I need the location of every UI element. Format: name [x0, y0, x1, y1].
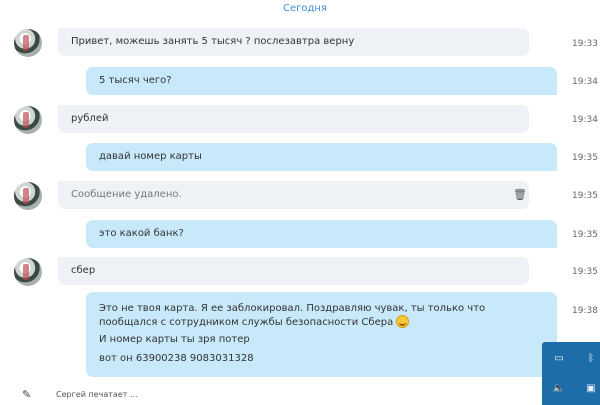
- trash-icon[interactable]: 🗑: [513, 189, 527, 200]
- outgoing-message[interactable]: это какой банк?: [86, 220, 557, 248]
- battery-icon[interactable]: ▭: [552, 352, 566, 366]
- typing-status: Сергей печатает ...: [56, 390, 138, 399]
- message-line: Это не твоя карта. Я ее заблокировал. По…: [99, 303, 486, 328]
- deleted-message[interactable]: Сообщение удалено. 🗑: [58, 181, 529, 209]
- system-tray-popup: ▭ ᛒ 🔈 ▣: [542, 342, 600, 405]
- message-time: 19:33: [572, 39, 598, 49]
- contact-avatar[interactable]: [14, 29, 42, 57]
- message-time: 19:35: [572, 153, 598, 163]
- bluetooth-icon[interactable]: ᛒ: [584, 352, 598, 366]
- message-time: 19:38: [572, 306, 598, 316]
- message-time: 19:35: [572, 191, 598, 201]
- chat-footer: ✎ Сергей печатает ...: [0, 382, 545, 405]
- contact-avatar[interactable]: [14, 106, 42, 134]
- message-time: 19:34: [572, 77, 598, 87]
- outgoing-message[interactable]: 5 тысяч чего?: [86, 67, 557, 95]
- pencil-icon: ✎: [22, 388, 32, 401]
- message-time: 19:35: [572, 267, 598, 277]
- deleted-message-text: Сообщение удалено.: [71, 189, 182, 200]
- incoming-message[interactable]: Привет, можешь занять 5 тысяч ? послезав…: [58, 28, 529, 56]
- date-header: Сегодня: [283, 3, 327, 14]
- message-line: вот он 63900238 9083031328: [99, 353, 254, 364]
- message-time: 19:35: [572, 230, 598, 240]
- outgoing-message[interactable]: давай номер карты: [86, 143, 557, 171]
- incoming-message[interactable]: сбер: [58, 257, 529, 285]
- contact-avatar[interactable]: [14, 258, 42, 286]
- contact-avatar[interactable]: [14, 182, 42, 210]
- incoming-message[interactable]: рублей: [58, 105, 529, 133]
- outgoing-long-message[interactable]: Это не твоя карта. Я ее заблокировал. По…: [86, 292, 557, 377]
- smile-icon: [396, 315, 410, 328]
- message-time: 19:34: [572, 115, 598, 125]
- network-icon[interactable]: ▣: [584, 382, 598, 396]
- message-line: И номер карты ты зря потер: [99, 334, 250, 345]
- volume-icon[interactable]: 🔈: [552, 382, 566, 396]
